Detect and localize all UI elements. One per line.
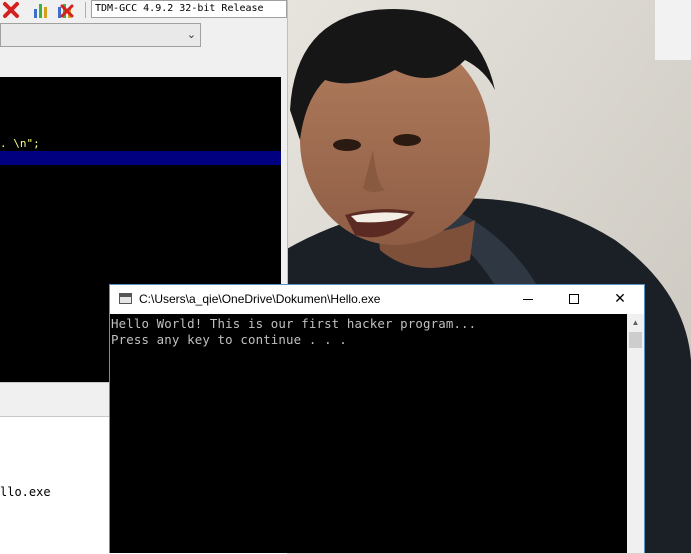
console-scrollbar[interactable]: ▲	[627, 314, 644, 553]
close-button[interactable]: ✕	[597, 285, 643, 314]
delete-red-x-icon[interactable]	[2, 1, 20, 19]
console-titlebar[interactable]: C:\Users\a_qie\OneDrive\Dokumen\Hello.ex…	[110, 285, 644, 314]
chevron-down-icon: ⌄	[186, 29, 196, 41]
compile-log-line: llo.exe	[0, 485, 51, 499]
minimize-icon	[523, 299, 533, 300]
scroll-thumb[interactable]	[629, 332, 642, 348]
compiler-selector[interactable]: TDM-GCC 4.9.2 32-bit Release	[91, 0, 287, 18]
editor-code-line: . \n";	[0, 137, 40, 150]
toolbar-separator	[85, 2, 86, 18]
console-app-icon[interactable]	[119, 293, 132, 304]
chart-icon[interactable]	[32, 1, 50, 19]
scope-dropdown[interactable]: ⌄	[0, 23, 201, 47]
console-line: Press any key to continue . . .	[111, 332, 347, 347]
editor-active-line	[0, 151, 281, 165]
console-output[interactable]: Hello World! This is our first hacker pr…	[110, 314, 627, 553]
maximize-button[interactable]	[551, 285, 597, 314]
maximize-icon	[569, 294, 579, 304]
delete-chart-icon[interactable]	[56, 1, 74, 19]
minimize-button[interactable]	[505, 285, 551, 314]
close-icon: ✕	[614, 291, 626, 307]
console-window: C:\Users\a_qie\OneDrive\Dokumen\Hello.ex…	[109, 284, 645, 553]
console-title: C:\Users\a_qie\OneDrive\Dokumen\Hello.ex…	[139, 292, 381, 306]
console-line: Hello World! This is our first hacker pr…	[111, 316, 477, 331]
scroll-up-arrow-icon[interactable]: ▲	[627, 314, 644, 331]
ide-toolbar: TDM-GCC 4.9.2 32-bit Release	[0, 0, 287, 22]
